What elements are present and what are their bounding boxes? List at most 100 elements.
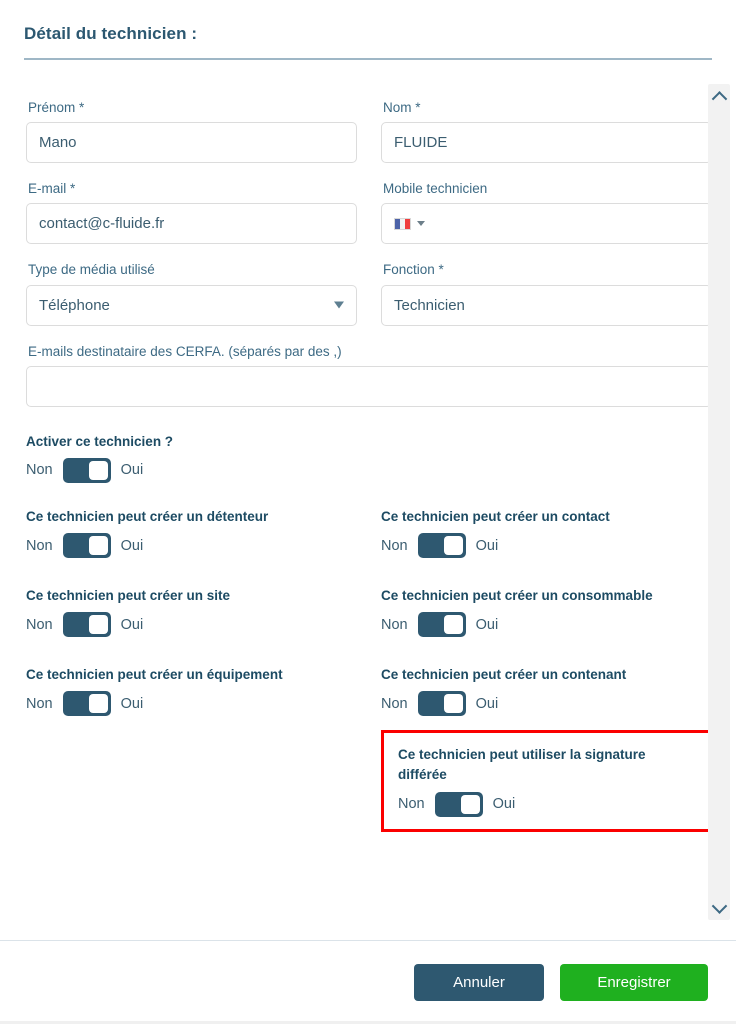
toggle-knob (88, 460, 108, 480)
toggle-on-label: Oui (120, 462, 144, 479)
field-mobile: Mobile technicien (381, 169, 712, 245)
form-row-media: Type de média utilisé Fonction * (26, 250, 712, 326)
consommable-label: Ce technicien peut créer un consommable (381, 588, 653, 604)
form-row-name: Prénom * Nom * (26, 88, 712, 164)
contact-toggle[interactable] (417, 533, 466, 559)
chevron-down-icon[interactable] (417, 221, 425, 227)
signature-differee-label: Ce technicien peut utiliser la signature… (398, 747, 646, 782)
contact-label: Ce technicien peut créer un contact (381, 508, 610, 524)
toggle-off-label: Non (381, 695, 408, 712)
toggle-knob (88, 694, 108, 714)
site-toggle-row: Non Oui (26, 612, 357, 638)
field-role: Fonction * (381, 250, 712, 326)
site-toggle[interactable] (62, 612, 111, 638)
firstname-input[interactable] (26, 122, 357, 164)
toggle-block-site: Ce technicien peut créer un site Non Oui (26, 586, 357, 638)
cancel-button[interactable]: Annuler (414, 964, 544, 1001)
toggle-off-label: Non (381, 616, 408, 633)
toggle-knob (88, 536, 108, 556)
vertical-scrollbar[interactable] (708, 84, 730, 920)
toggle-knob (443, 615, 463, 635)
header-divider (24, 58, 712, 60)
field-email: E-mail * (26, 169, 357, 245)
field-cerfa-emails: E-mails destinataire des CERFA. (séparés… (26, 332, 712, 412)
consommable-toggle-row: Non Oui (381, 612, 712, 638)
toggle-off-label: Non (26, 695, 53, 712)
toggle-knob (443, 694, 463, 714)
email-input[interactable] (26, 203, 357, 245)
toggle-off-label: Non (26, 616, 53, 633)
detenteur-toggle-row: Non Oui (26, 533, 357, 559)
toggle-on-label: Oui (475, 616, 499, 633)
role-label: Fonction * (383, 262, 444, 278)
signature-differee-toggle-row: Non Oui (398, 791, 695, 817)
scroll-down-button[interactable] (708, 896, 730, 918)
form-row-cerfa: E-mails destinataire des CERFA. (séparés… (26, 332, 712, 412)
contenant-toggle[interactable] (417, 691, 466, 717)
field-firstname: Prénom * (26, 88, 357, 164)
page-title: Détail du technicien : (24, 24, 198, 43)
form-scroll-area: Prénom * Nom * E-mail * Mobile technicie… (0, 78, 736, 940)
media-type-label: Type de média utilisé (28, 262, 155, 278)
form-row-contact: E-mail * Mobile technicien (26, 169, 712, 245)
toggle-block-activate: Activer ce technicien ? Non Oui (26, 432, 712, 483)
toggle-block-consommable: Ce technicien peut créer un consommable … (381, 586, 712, 638)
toggle-on-label: Oui (120, 537, 144, 554)
toggle-on-label: Oui (120, 616, 144, 633)
toggle-block-contact: Ce technicien peut créer un contact Non … (381, 507, 712, 559)
toggle-on-label: Oui (492, 796, 516, 813)
france-flag-icon (394, 217, 411, 230)
contenant-toggle-row: Non Oui (381, 691, 712, 717)
detenteur-label: Ce technicien peut créer un détenteur (26, 508, 269, 524)
role-input[interactable] (381, 284, 712, 326)
lastname-input[interactable] (381, 122, 712, 164)
media-type-select[interactable] (26, 284, 357, 326)
toggle-on-label: Oui (475, 537, 499, 554)
consommable-toggle[interactable] (417, 612, 466, 638)
field-lastname: Nom * (381, 88, 712, 164)
activate-toggle-row: Non Oui (26, 457, 712, 483)
toggle-off-label: Non (398, 796, 425, 813)
contenant-label: Ce technicien peut créer un contenant (381, 667, 627, 683)
toggle-block-detenteur: Ce technicien peut créer un détenteur No… (26, 507, 357, 559)
chevron-up-icon (711, 90, 727, 107)
firstname-label: Prénom * (28, 100, 85, 115)
cerfa-emails-label: E-mails destinataire des CERFA. (séparés… (28, 343, 342, 359)
activate-label: Activer ce technicien ? (26, 433, 174, 449)
save-button[interactable]: Enregistrer (560, 964, 708, 1001)
site-label: Ce technicien peut créer un site (26, 588, 231, 604)
equipement-toggle-row: Non Oui (26, 691, 357, 717)
equipement-label: Ce technicien peut créer un équipement (26, 667, 283, 683)
toggle-off-label: Non (26, 537, 53, 554)
permissions-grid: Ce technicien peut créer un détenteur No… (26, 487, 712, 832)
lastname-label: Nom * (383, 100, 421, 115)
field-media-type: Type de média utilisé (26, 250, 357, 326)
modal-footer: Annuler Enregistrer (0, 940, 736, 1024)
signature-differee-highlight: Ce technicien peut utiliser la signature… (381, 730, 712, 832)
equipement-toggle[interactable] (62, 691, 111, 717)
chevron-down-icon (711, 897, 727, 914)
toggle-off-label: Non (381, 537, 408, 554)
toggle-block-equipement: Ce technicien peut créer un équipement N… (26, 665, 357, 717)
toggle-off-label: Non (26, 462, 53, 479)
toggle-knob (460, 794, 480, 814)
permissions-column-left: Ce technicien peut créer un détenteur No… (26, 487, 357, 832)
contact-toggle-row: Non Oui (381, 533, 712, 559)
signature-differee-toggle[interactable] (434, 791, 483, 817)
mobile-label: Mobile technicien (383, 181, 488, 197)
toggle-on-label: Oui (475, 695, 499, 712)
toggle-knob (88, 615, 108, 635)
mobile-input[interactable] (381, 203, 712, 245)
toggle-knob (443, 536, 463, 556)
email-label: E-mail * (28, 181, 76, 197)
toggle-on-label: Oui (120, 695, 144, 712)
activate-toggle[interactable] (62, 457, 111, 483)
cerfa-emails-input[interactable] (26, 365, 712, 407)
media-type-select-wrap (26, 284, 357, 326)
permissions-column-right: Ce technicien peut créer un contact Non … (381, 487, 712, 832)
technician-detail-modal: Détail du technicien : Prénom * Nom * E-… (0, 0, 736, 1024)
toggle-block-contenant: Ce technicien peut créer un contenant No… (381, 665, 712, 717)
scroll-up-button[interactable] (708, 86, 730, 108)
modal-header: Détail du technicien : (0, 0, 736, 60)
detenteur-toggle[interactable] (62, 533, 111, 559)
